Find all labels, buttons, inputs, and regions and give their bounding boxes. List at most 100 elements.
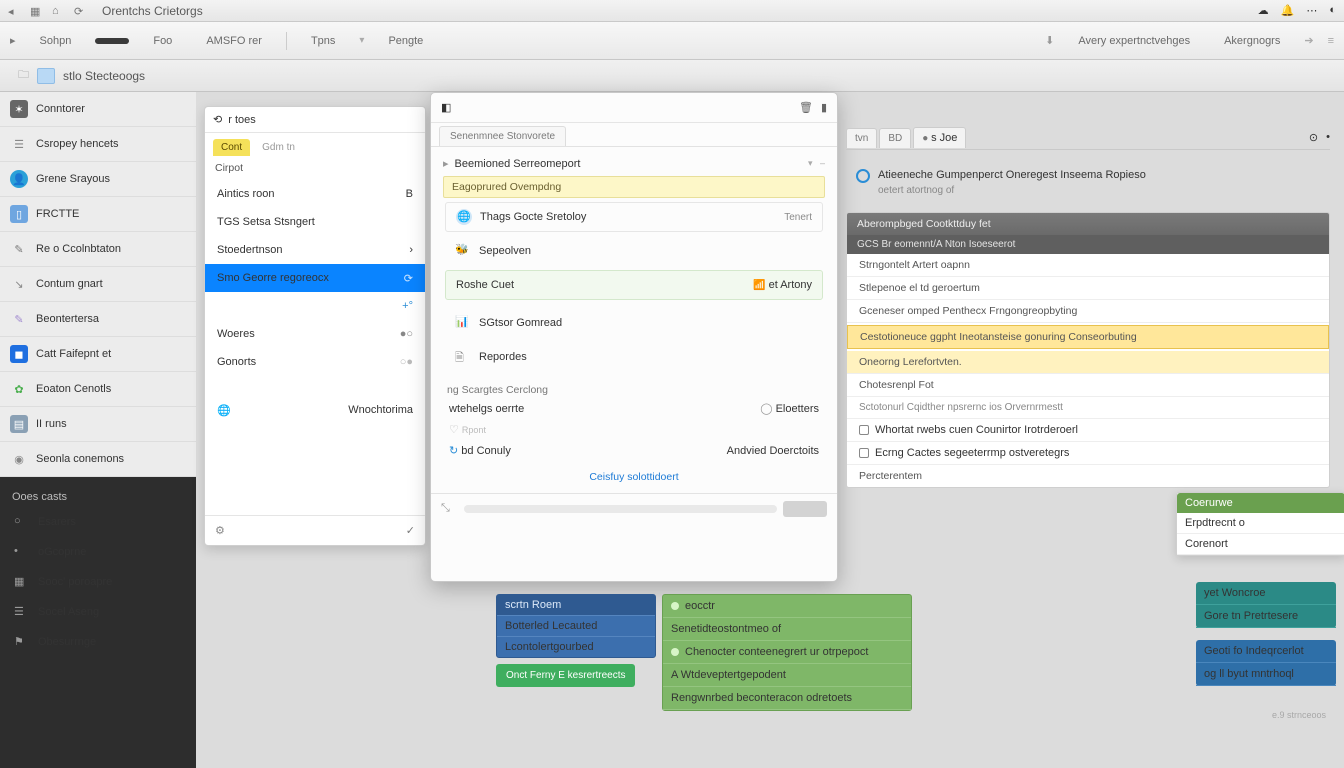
blue-card[interactable]: scrtn Roem Botterled Lecauted Lcontolert… (496, 594, 656, 658)
tab-pengte[interactable]: Pengte (378, 32, 433, 50)
dialog-ok-button[interactable] (783, 501, 827, 517)
panel-item-wnoch[interactable]: 🌐 Wnochtorima (205, 396, 425, 424)
trash-icon[interactable]: 🗑 (799, 101, 813, 114)
card-line-1[interactable]: Stlepenoe el td geroertum (847, 277, 1329, 300)
resize-icon[interactable]: ⤡ (441, 502, 450, 515)
chat-icon[interactable]: ▮ (821, 101, 827, 114)
panel-item-gonorts[interactable]: Gonorts○● (205, 348, 425, 376)
panel-item-aintics[interactable]: Aintics roonB (205, 180, 425, 208)
card-afterck[interactable]: Percterentem (847, 465, 1329, 487)
sidebar-item-eoaton[interactable]: ✿Eoaton Cenotls (0, 372, 196, 407)
plus-icon[interactable]: +° (402, 300, 413, 312)
sidebar-item-conntorer[interactable]: ✶Conntorer (0, 92, 196, 127)
card-line-0[interactable]: Strngontelt Artert oapnn (847, 254, 1329, 277)
tab-sohpn[interactable]: Sohpn (30, 32, 82, 50)
dialog-highlight[interactable]: Eagoprured Ovempdng (443, 176, 825, 198)
pin-icon[interactable]: ⊙ (1309, 131, 1318, 144)
account-icon[interactable]: ◐ (1329, 4, 1336, 17)
sidebar-item-frctte[interactable]: ▯FRCTTE (0, 197, 196, 232)
sidebar-b-sooc[interactable]: ▦Sooc' poroapre (0, 567, 196, 597)
chevron-down-icon[interactable]: ▾ – (808, 158, 825, 169)
dialog-tab[interactable]: Senenmnee Stonvorete (439, 126, 566, 146)
collapse-icon[interactable]: ⟲ (213, 113, 222, 126)
tab-foo[interactable]: Foo (143, 32, 182, 50)
result-card: Aberompbged Cootkttduy fet GCS Br eomenn… (846, 212, 1330, 488)
dialog-row-heart[interactable]: ♡ Rpont (431, 419, 837, 440)
teal-card[interactable]: yet Woncroe Gore tn Pretrtesere (1196, 582, 1336, 628)
tab-tpns[interactable]: Tpns (301, 32, 345, 50)
refresh-icon[interactable]: ⟳ (404, 272, 413, 285)
side-panel-tab-gdm[interactable]: Gdm tn (254, 139, 303, 156)
dialog-scrollbar[interactable] (464, 505, 777, 513)
dialog-opt-thags[interactable]: 🌐Thags Gocte SretoloyTenert (445, 202, 823, 232)
panel-item-stoed[interactable]: Stoedertnson› (205, 236, 425, 264)
chevron-down-icon[interactable]: ▾ (359, 35, 364, 46)
panel-item-woeres[interactable]: Woeres●○ (205, 320, 425, 348)
sidebar-item-catt[interactable]: ◼Catt Faifepnt et (0, 337, 196, 372)
refresh-icon[interactable]: ⟳ (74, 5, 86, 17)
right-tab-tvn[interactable]: tvn (846, 128, 877, 148)
green-card[interactable]: eocctr Senetidteostontmeo of Chenocter c… (662, 594, 912, 711)
tab-dark[interactable] (95, 38, 129, 44)
forward-icon[interactable]: ➔ (1304, 34, 1313, 47)
info-alert: Atieeneche Gumpenperct Oneregest Inseema… (846, 160, 1330, 206)
dialog-opt-roshe[interactable]: Roshe Cuet📶 et Artony (445, 270, 823, 300)
settings-icon[interactable]: ⚙ (215, 524, 225, 537)
dialog-opt-sepe[interactable]: 🐝Sepeolven (445, 236, 823, 266)
toggle-icon[interactable]: ●○ (400, 328, 413, 340)
checkbox-icon[interactable] (859, 425, 869, 435)
more-icon[interactable]: ⋯ (1306, 4, 1317, 17)
grid-icon[interactable]: ▦ (30, 5, 42, 17)
mini-item-0[interactable]: Erpdtrecnt o (1177, 513, 1344, 534)
card-warn2[interactable]: Oneorng Lerefortvten. (847, 351, 1329, 374)
back-icon[interactable]: ◂ (8, 5, 20, 17)
sidebar-item-seonla[interactable]: ◉Seonla conemons (0, 442, 196, 477)
panel-item-add[interactable]: +° (205, 292, 425, 320)
link-akerg[interactable]: Akergnogrs (1214, 32, 1290, 50)
right-tab-bd[interactable]: BD (879, 128, 911, 148)
sidebar-item-grene[interactable]: 👤Grene Srayous (0, 162, 196, 197)
sidebar-b-ogcoprne[interactable]: •oGcoprne (0, 537, 196, 567)
dialog-block-repordes[interactable]: 🗎Repordes (445, 342, 823, 372)
sync-icon[interactable]: ☁ (1258, 4, 1269, 17)
dot-icon[interactable]: • (1326, 131, 1330, 144)
globe-blue-icon: 🌐 (456, 209, 472, 225)
sidebar-item-beont[interactable]: ✎Beontertersa (0, 302, 196, 337)
sidebar-b-socel[interactable]: ☰Socel Aseng (0, 597, 196, 627)
download-icon[interactable]: ⬇ (1045, 34, 1054, 47)
dialog-row-wtehelgs[interactable]: wtehelgs oerrte◯ Eloetters (431, 398, 837, 419)
dialog-row-conuly[interactable]: ↻ bd ConulyAndvied Doerctoits (431, 440, 837, 461)
menu-icon[interactable]: ≡ (1328, 35, 1334, 47)
caret-icon[interactable]: ▸ (443, 157, 449, 170)
side-panel-tab-cont[interactable]: Cont (213, 139, 250, 156)
toggle-off-icon[interactable]: ○● (400, 356, 413, 368)
green-button[interactable]: Onct Ferny E kesrertreects (496, 664, 635, 687)
check-icon[interactable]: ✓ (406, 524, 415, 537)
blue-card-line-0: Botterled Lecauted (497, 615, 655, 636)
card-line-2[interactable]: Gceneser omped Penthecx Frngongreopbytin… (847, 300, 1329, 323)
card-after[interactable]: Chotesrenpl Fot (847, 374, 1329, 397)
sidebar-item-csropey[interactable]: ☰Csropey hencets (0, 127, 196, 162)
card-warn[interactable]: Cestotioneuce ggpht Ineotansteise gonuri… (847, 325, 1329, 349)
sidebar-b-obes[interactable]: ⚑Obesurrnge (0, 627, 196, 657)
link-avery[interactable]: Avery expertnctvehges (1068, 32, 1200, 50)
home-icon[interactable]: ⌂ (52, 5, 64, 17)
tab-amsfo[interactable]: AMSFO rer (196, 32, 272, 50)
dialog-link[interactable]: Ceisfuy solottidoert (431, 461, 837, 493)
card-check-0[interactable]: Whortat rwebs cuen Counirtor Irotrderoer… (847, 419, 1329, 442)
globe-icon: ◉ (10, 450, 28, 468)
panel-item-tgs[interactable]: TGS Setsa Stsngert (205, 208, 425, 236)
dialog-title: ▸ Beemioned Serreomeport ▾ – (431, 147, 837, 176)
right-tab-joe[interactable]: ● s Joe (913, 127, 966, 148)
bell-icon[interactable]: 🔔 (1281, 4, 1295, 17)
dialog-block-sgtsor[interactable]: 📊SGtsor Gomread (445, 308, 823, 338)
blue-card-2[interactable]: Geoti fo Indeqrcerlot og ll byut mntrhoq… (1196, 640, 1336, 686)
sidebar-item-contum[interactable]: ↘Contum gnart (0, 267, 196, 302)
panel-item-selected[interactable]: Smo Georre regoreocx⟳ (205, 264, 425, 292)
sidebar-item-re[interactable]: ✎Re o Ccolnbtaton (0, 232, 196, 267)
mini-item-1[interactable]: Corenort (1177, 534, 1344, 555)
card-check-1[interactable]: Ecrng Cactes segeeterrmp ostveretegrs (847, 442, 1329, 465)
checkbox-icon[interactable] (859, 448, 869, 458)
sidebar-b-esarers[interactable]: ○Esarers (0, 507, 196, 537)
sidebar-item-runs[interactable]: ▤II runs (0, 407, 196, 442)
